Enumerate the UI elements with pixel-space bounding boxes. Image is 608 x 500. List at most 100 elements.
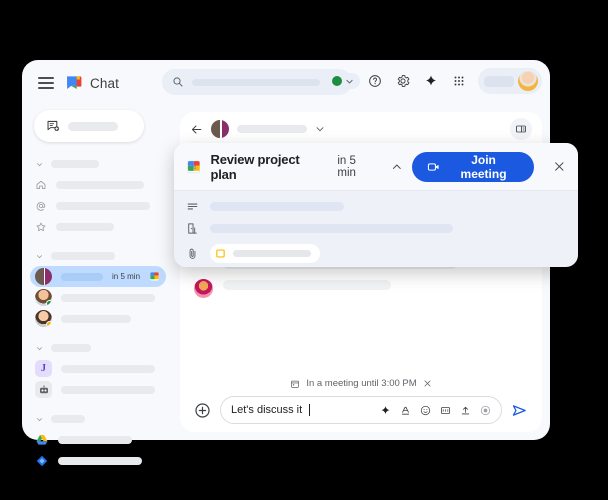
sidebar-item-mentions[interactable] [30, 195, 166, 216]
video-camera-icon [428, 162, 439, 171]
top-bar-actions [327, 68, 542, 94]
sidebar-item-app-bot[interactable] [30, 379, 166, 400]
split-view-icon [516, 125, 526, 133]
sidebar-item-app-diamond[interactable] [30, 450, 166, 471]
chevron-down-icon [37, 346, 42, 350]
avatar-away-status [35, 310, 52, 327]
back-arrow-icon[interactable] [190, 123, 203, 136]
google-apps-button[interactable] [446, 68, 472, 94]
avatar-green-status [35, 289, 52, 306]
chevron-down-icon [37, 417, 42, 421]
sidebar-item-chat-active[interactable]: in 5 min [30, 266, 166, 287]
gif-image-icon [441, 406, 450, 414]
section-label-bar [51, 415, 85, 423]
settings-button[interactable] [390, 68, 416, 94]
send-arrow-icon[interactable] [511, 402, 528, 419]
sidebar-item-label [58, 435, 132, 444]
sidebar-item-drive[interactable] [30, 429, 166, 450]
status-chip: In a meeting until 3:00 PM [194, 378, 528, 389]
google-calendar-icon: 31 [187, 160, 200, 173]
avatar[interactable] [518, 71, 538, 91]
sidebar-section-header[interactable] [30, 246, 166, 266]
chevron-down-icon [37, 162, 42, 166]
split-view-button[interactable] [510, 118, 532, 140]
sparkle-gemini-icon [381, 405, 390, 414]
hamburger-menu-icon[interactable] [38, 77, 54, 89]
calendar-icon [291, 380, 300, 388]
record-icon [480, 405, 491, 415]
close-x-icon[interactable] [423, 379, 432, 388]
avatar-user-2[interactable] [194, 279, 213, 298]
sidebar-section-header[interactable] [30, 338, 166, 358]
format-text-icon [401, 406, 410, 415]
app-name-label: Chat [90, 75, 119, 91]
upload-button[interactable] [460, 405, 471, 416]
gemini-button[interactable] [418, 68, 444, 94]
message-bubbles [223, 278, 391, 298]
event-room-bar [210, 224, 453, 233]
sidebar-item-label [61, 293, 155, 302]
emoji-icon [420, 405, 431, 415]
event-description-bar [210, 202, 344, 211]
attachment-name-bar [233, 250, 311, 257]
account-placeholder-bar [484, 75, 514, 87]
search-input[interactable] [162, 69, 352, 95]
search-icon [173, 77, 183, 87]
composer-area: In a meeting until 3:00 PM Let's discuss… [180, 378, 542, 424]
message-item [194, 278, 528, 298]
sidebar-item-label [56, 180, 144, 189]
chevron-up-icon[interactable] [391, 161, 403, 173]
mentions-at-icon [36, 201, 46, 211]
attachment-chip[interactable] [210, 244, 320, 263]
event-title: Review project plan [210, 151, 300, 182]
apps-grid-icon [454, 76, 464, 86]
calendar-event-popup: 31 Review project plan in 5 min Join mee… [174, 143, 578, 267]
event-description-row [186, 200, 566, 213]
sidebar-item-chat[interactable] [30, 308, 166, 329]
conversation-header [180, 112, 542, 146]
gif-image-button[interactable] [440, 405, 451, 416]
join-meeting-label: Join meeting [460, 152, 507, 181]
event-room-row [186, 222, 566, 235]
blue-diamond-app-icon [36, 455, 48, 466]
conversation-title-bar [237, 125, 307, 133]
section-label-bar [51, 252, 115, 260]
availability-status-button[interactable] [327, 73, 360, 89]
sparkle-icon [425, 75, 437, 86]
sidebar-item-starred[interactable] [30, 216, 166, 237]
event-popup-details [174, 191, 578, 267]
sidebar-item-label [61, 314, 131, 323]
sidebar-section-header[interactable] [30, 409, 166, 429]
close-x-icon[interactable] [553, 160, 566, 173]
event-attachment-row [186, 244, 566, 263]
gemini-compose-button[interactable] [380, 405, 391, 416]
section-label-bar [51, 160, 99, 168]
message-input[interactable]: Let's discuss it [220, 396, 502, 424]
chevron-down-icon [37, 254, 42, 258]
message-line [223, 280, 391, 290]
sidebar-item-chat[interactable] [30, 287, 166, 308]
plus-circle-icon[interactable] [194, 402, 211, 419]
google-drive-icon [36, 434, 48, 445]
status-available-dot [332, 76, 342, 86]
format-text-button[interactable] [400, 405, 411, 416]
chevron-down-icon[interactable] [315, 124, 325, 134]
help-button[interactable] [362, 68, 388, 94]
sidebar-section-header[interactable] [30, 154, 166, 174]
new-chat-button[interactable] [34, 110, 144, 142]
sidebar-item-app-j[interactable]: J [30, 358, 166, 379]
home-icon [36, 180, 46, 189]
avatar-pair[interactable] [211, 120, 229, 138]
sidebar-item-label [61, 385, 155, 394]
emoji-button[interactable] [420, 405, 431, 416]
search-placeholder-bar [192, 78, 320, 86]
new-chat-label-bar [68, 121, 118, 131]
composer-icons [380, 405, 491, 416]
text-cursor [309, 404, 311, 416]
account-button[interactable] [478, 68, 542, 94]
join-meeting-button[interactable]: Join meeting [412, 151, 535, 182]
sidebar-item-label [56, 201, 150, 210]
record-button[interactable] [480, 405, 491, 416]
sidebar-item-home[interactable] [30, 174, 166, 195]
google-keep-icon [216, 249, 225, 258]
